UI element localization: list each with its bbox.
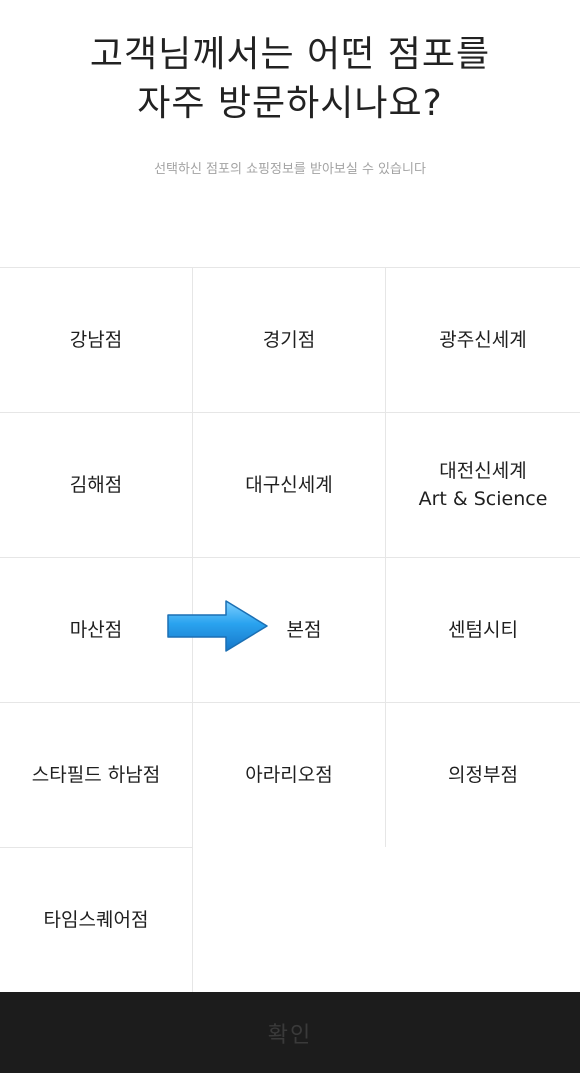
store-label: 강남점 [69, 329, 123, 351]
page-subtitle: 선택하신 점포의 쇼핑정보를 받아보실 수 있습니다 [154, 162, 426, 177]
store-sublabel: Art & Science [418, 488, 548, 510]
store-label: 센텀시티 [448, 619, 518, 641]
store-label: 본점 [286, 619, 322, 641]
store-option-gyeonggi[interactable]: 경기점 [193, 267, 386, 412]
store-label: 스타필드 하남점 [31, 764, 161, 786]
store-label: 타임스퀘어점 [43, 909, 149, 931]
store-option-centum-city[interactable]: 센텀시티 [386, 557, 580, 702]
store-option-uijeongbu[interactable]: 의정부점 [386, 702, 580, 847]
store-option-starfield-hanam[interactable]: 스타필드 하남점 [0, 702, 193, 847]
store-label: 광주신세계 [439, 329, 527, 351]
header: 고객님께서는 어떤 점포를 자주 방문하시나요? 선택하신 점포의 쇼핑정보를 … [0, 0, 580, 268]
store-option-gwangju[interactable]: 광주신세계 [386, 267, 580, 412]
store-option-times-square[interactable]: 타임스퀘어점 [0, 847, 193, 992]
store-option-daegu[interactable]: 대구신세계 [193, 412, 386, 557]
store-option-main[interactable]: 본점 [193, 557, 386, 702]
page-title-line-2: 자주 방문하시나요? [137, 83, 443, 124]
store-option-gimhae[interactable]: 김해점 [0, 412, 193, 557]
store-label: 아라리오점 [245, 764, 333, 786]
store-label: 김해점 [69, 474, 123, 496]
confirm-button-label: 확인 [267, 1022, 313, 1048]
confirm-button[interactable]: 확인 [0, 992, 580, 1073]
store-label: 대구신세계 [245, 474, 333, 496]
store-label: 대전신세계 [439, 460, 527, 482]
store-label: 의정부점 [448, 764, 518, 786]
store-option-gangnam[interactable]: 강남점 [0, 267, 193, 412]
store-grid: 강남점 경기점 광주신세계 김해점 대구신세계 대전신세계 Art & Scie… [0, 267, 580, 992]
store-option-arario[interactable]: 아라리오점 [193, 702, 386, 847]
store-option-daejeon[interactable]: 대전신세계 Art & Science [386, 412, 580, 557]
store-label: 경기점 [262, 329, 316, 351]
store-option-masan[interactable]: 마산점 [0, 557, 193, 702]
page-title-line-1: 고객님께서는 어떤 점포를 [89, 34, 491, 75]
store-label: 마산점 [69, 619, 123, 641]
